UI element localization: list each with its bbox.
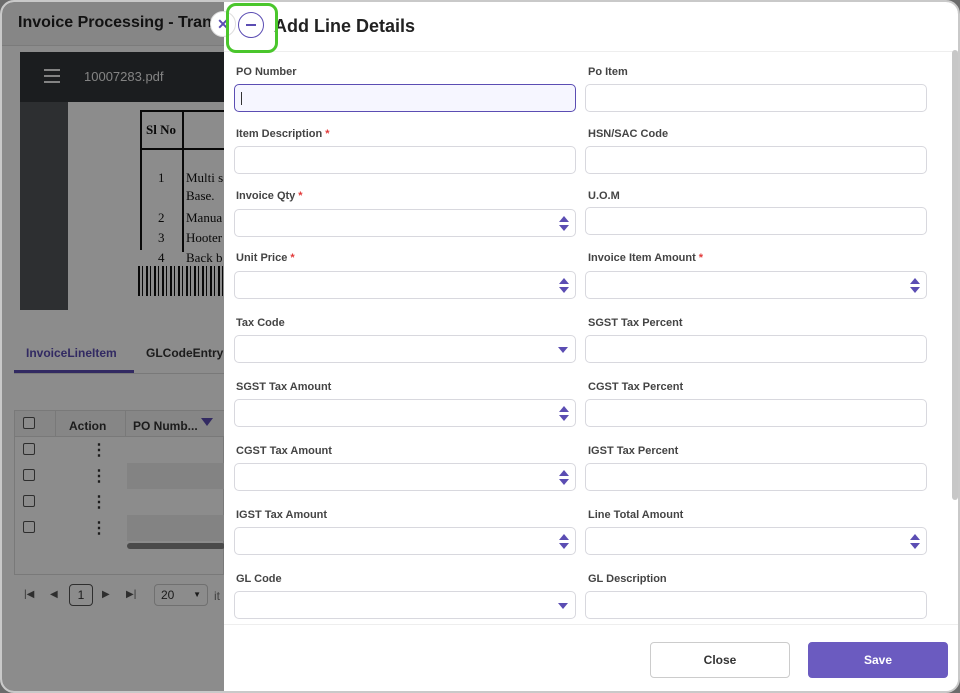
spinner-arrows-icon[interactable] — [559, 216, 569, 232]
spinner-arrows-icon[interactable] — [559, 534, 569, 550]
focus-highlight — [226, 3, 278, 53]
panel-header: Add Line Details — [224, 2, 958, 52]
chevron-down-icon[interactable] — [558, 347, 568, 353]
item-description-label: Item Description * — [236, 128, 330, 140]
app-window: Invoice Processing - Transa 10007283.pdf… — [0, 0, 960, 693]
igst-tax-percent-label: IGST Tax Percent — [588, 445, 679, 457]
line-total-amount-label: Line Total Amount — [588, 509, 684, 521]
gl-code-select[interactable] — [234, 591, 576, 619]
hsn-sac-code-input[interactable] — [585, 146, 927, 174]
tax-code-select[interactable] — [234, 335, 576, 363]
po-item-input[interactable] — [585, 84, 927, 112]
line-total-amount-input[interactable] — [585, 527, 927, 555]
add-line-details-panel: Add Line Details PO Number Po Item Item … — [224, 2, 958, 691]
item-description-input[interactable] — [234, 146, 576, 174]
tax-code-label: Tax Code — [236, 317, 285, 329]
sgst-tax-amount-input[interactable] — [234, 399, 576, 427]
cgst-tax-amount-label: CGST Tax Amount — [236, 445, 332, 457]
spinner-arrows-icon[interactable] — [559, 406, 569, 422]
po-number-input[interactable] — [234, 84, 576, 112]
cgst-tax-percent-input[interactable] — [585, 399, 927, 427]
gl-code-label: GL Code — [236, 573, 282, 585]
spinner-arrows-icon[interactable] — [559, 470, 569, 486]
igst-tax-amount-label: IGST Tax Amount — [236, 509, 328, 521]
po-number-label: PO Number — [236, 66, 297, 78]
uom-label: U.O.M — [588, 190, 620, 202]
sgst-tax-amount-label: SGST Tax Amount — [236, 381, 332, 393]
form-scrollbar[interactable] — [952, 50, 958, 500]
panel-footer: Close Save — [224, 624, 958, 691]
cgst-tax-amount-input[interactable] — [234, 463, 576, 491]
po-item-label: Po Item — [588, 66, 628, 78]
line-details-form: PO Number Po Item Item Description * HSN/… — [224, 54, 958, 624]
gl-description-label: GL Description — [588, 573, 667, 585]
panel-title: Add Line Details — [274, 16, 416, 36]
uom-input[interactable] — [585, 207, 927, 235]
invoice-qty-input[interactable] — [234, 209, 576, 237]
spinner-arrows-icon[interactable] — [910, 278, 920, 294]
sgst-tax-percent-input[interactable] — [585, 335, 927, 363]
text-caret — [241, 92, 242, 105]
gl-description-input[interactable] — [585, 591, 927, 619]
unit-price-label: Unit Price * — [236, 252, 295, 264]
save-button[interactable]: Save — [808, 642, 948, 678]
igst-tax-percent-input[interactable] — [585, 463, 927, 491]
igst-tax-amount-input[interactable] — [234, 527, 576, 555]
sgst-tax-percent-label: SGST Tax Percent — [588, 317, 683, 329]
invoice-qty-label: Invoice Qty * — [236, 190, 303, 202]
invoice-item-amount-input[interactable] — [585, 271, 927, 299]
spinner-arrows-icon[interactable] — [910, 534, 920, 550]
hsn-sac-code-label: HSN/SAC Code — [588, 128, 669, 140]
invoice-item-amount-label: Invoice Item Amount * — [588, 252, 704, 264]
spinner-arrows-icon[interactable] — [559, 278, 569, 294]
chevron-down-icon[interactable] — [558, 603, 568, 609]
close-button[interactable]: Close — [650, 642, 790, 678]
unit-price-input[interactable] — [234, 271, 576, 299]
cgst-tax-percent-label: CGST Tax Percent — [588, 381, 684, 393]
